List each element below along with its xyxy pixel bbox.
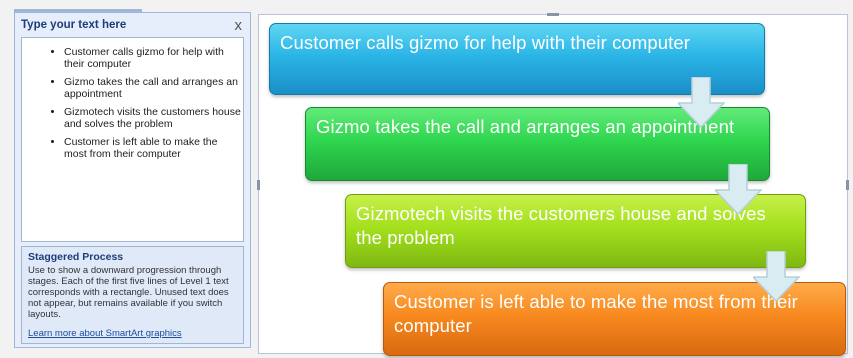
layout-description: Use to show a downward progression throu… — [28, 265, 229, 320]
bullet-item-2[interactable]: Gizmo takes the call and arranges an app… — [64, 76, 243, 100]
resize-handle-top[interactable] — [547, 13, 559, 16]
layout-info-box: Staggered Process Use to show a downward… — [21, 246, 244, 344]
bullet-list: Customer calls gizmo for help with their… — [22, 46, 243, 160]
down-arrow-icon — [753, 251, 801, 303]
bullet-item-4[interactable]: Customer is left able to make the most f… — [64, 136, 243, 160]
layout-title: Staggered Process — [28, 251, 124, 263]
resize-handle-left[interactable] — [257, 180, 260, 190]
text-pane-title: Type your text here — [21, 19, 127, 31]
close-icon[interactable]: x — [235, 18, 243, 33]
process-step-4-text: Customer is left able to make the most f… — [394, 291, 798, 336]
bullet-item-1[interactable]: Customer calls gizmo for help with their… — [64, 46, 243, 70]
resize-handle-right[interactable] — [846, 180, 849, 190]
down-arrow-icon — [715, 164, 763, 216]
down-arrow-icon — [678, 77, 726, 129]
learn-more-link[interactable]: Learn more about SmartArt graphics — [28, 328, 182, 339]
text-entry-box[interactable]: Customer calls gizmo for help with their… — [21, 37, 244, 242]
pane-tab — [14, 9, 142, 13]
process-step-2-text: Gizmo takes the call and arranges an app… — [316, 116, 735, 137]
process-step-3-text: Gizmotech visits the customers house and… — [356, 203, 766, 248]
process-step-1-text: Customer calls gizmo for help with their… — [280, 32, 690, 53]
bullet-item-3[interactable]: Gizmotech visits the customers house and… — [64, 106, 243, 130]
text-pane: Type your text here x Customer calls giz… — [14, 9, 251, 348]
text-pane-header: Type your text here x — [15, 13, 250, 37]
